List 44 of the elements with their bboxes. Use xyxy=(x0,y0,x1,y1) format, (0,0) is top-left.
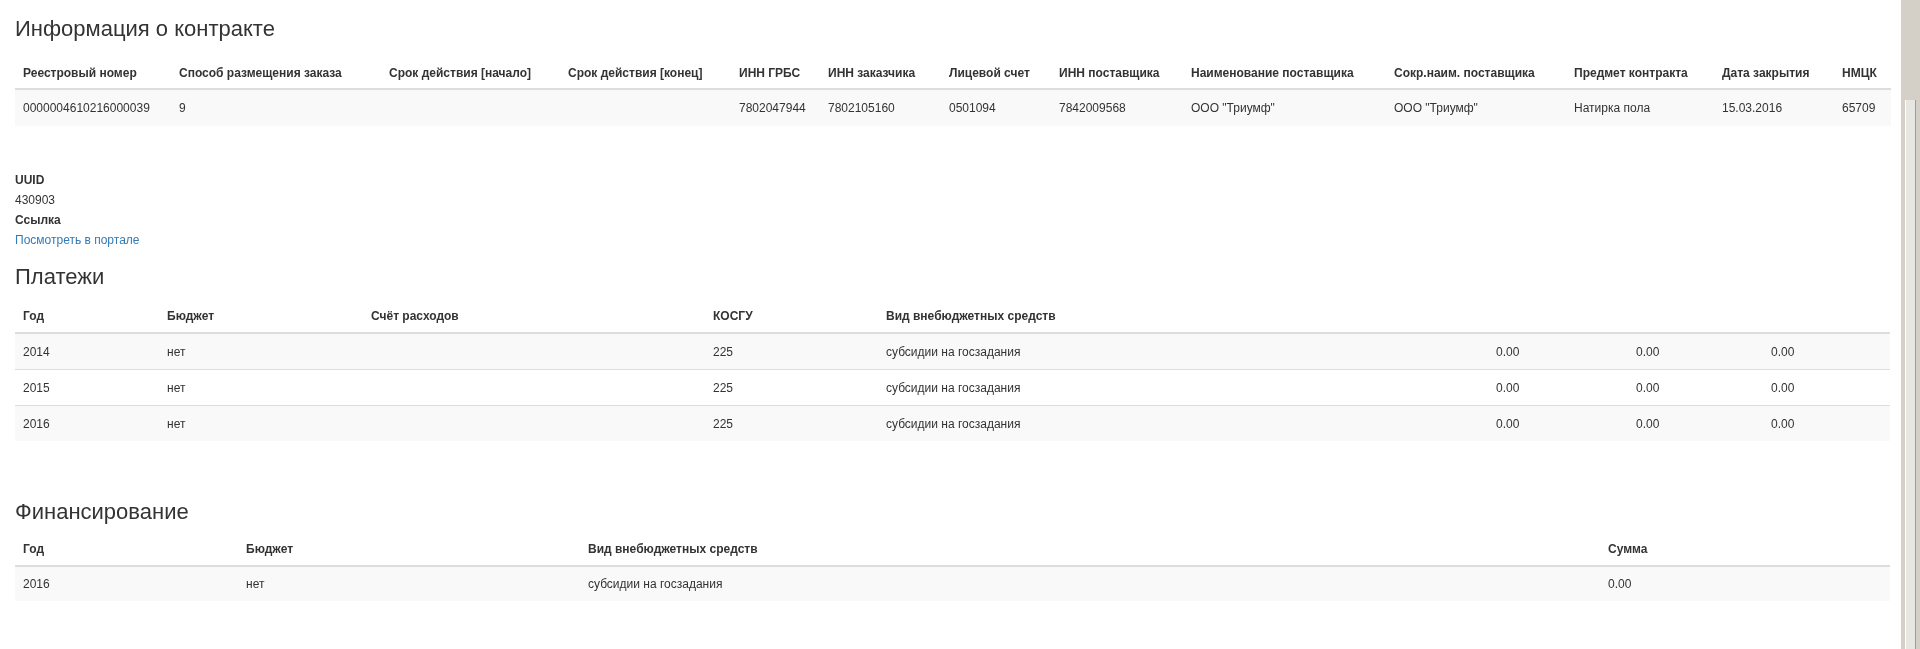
table-cell: 7842009568 xyxy=(1051,89,1183,126)
table-cell: субсидии на госзадания xyxy=(580,566,1600,601)
table-cell: 0.00 xyxy=(1488,333,1628,370)
table-cell: 2016 xyxy=(15,566,238,601)
table-cell: 0.00 xyxy=(1628,333,1763,370)
table-cell: 0.00 xyxy=(1628,369,1763,406)
table-cell: 2015 xyxy=(15,369,159,406)
table-cell: 9 xyxy=(171,89,381,126)
table-cell: ООО "Триумф" xyxy=(1386,89,1566,126)
table-cell: 65709 xyxy=(1834,89,1891,126)
table-cell: 0.00 xyxy=(1600,566,1890,601)
table-cell: 225 xyxy=(705,405,878,441)
table-cell: 15.03.2016 xyxy=(1714,89,1834,126)
field-value: 430903 xyxy=(15,192,56,209)
table-cell: 2014 xyxy=(15,333,159,370)
table-cell: 0.00 xyxy=(1488,405,1628,441)
table-cell: субсидии на госзадания xyxy=(878,405,1488,441)
table-cell: ООО "Триумф" xyxy=(1183,89,1386,126)
table-cell: 225 xyxy=(705,333,878,370)
scrollbar[interactable] xyxy=(1901,0,1920,649)
table-cell: нет xyxy=(159,369,363,406)
table-cell: 0.00 xyxy=(1763,405,1890,441)
portal-link[interactable]: Посмотреть в портале xyxy=(15,230,140,250)
table-cell: нет xyxy=(238,566,580,601)
section-title: Информация о контракте xyxy=(15,16,276,42)
table-cell: 0501094 xyxy=(941,89,1051,126)
table-cell: Натирка пола xyxy=(1566,89,1714,126)
table-cell: нет xyxy=(159,333,363,370)
table-cell: 7802047944 xyxy=(731,89,820,126)
table-cell: 2016 xyxy=(15,405,159,441)
table-cell: 225 xyxy=(705,369,878,406)
table-cell: нет xyxy=(159,405,363,441)
table-cell: 0.00 xyxy=(1763,333,1890,370)
table-cell: 7802105160 xyxy=(820,89,941,126)
field-label: UUID xyxy=(15,172,45,189)
table-cell: 0000004610216000039 xyxy=(15,89,171,126)
table-cell: 0.00 xyxy=(1628,405,1763,441)
field-label: Ссылка xyxy=(15,212,61,229)
table-cell: 0.00 xyxy=(1488,369,1628,406)
section-title: Платежи xyxy=(15,264,106,290)
table-cell: субсидии на госзадания xyxy=(878,333,1488,370)
table-cell: субсидии на госзадания xyxy=(878,369,1488,406)
table-cell: 0.00 xyxy=(1763,369,1890,406)
section-title: Финансирование xyxy=(15,499,190,525)
